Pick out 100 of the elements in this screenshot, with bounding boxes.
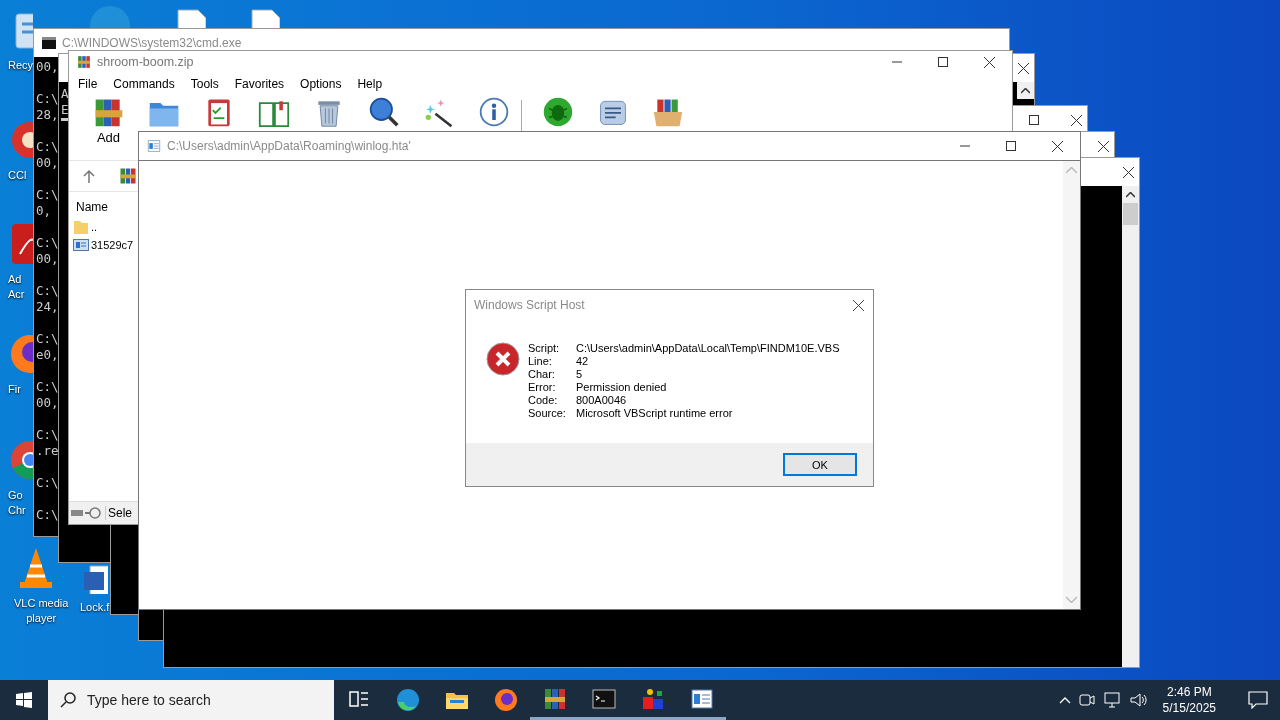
field-label: Line:	[528, 355, 553, 368]
folder-icon	[73, 219, 89, 235]
start-icon	[16, 692, 32, 708]
desktop-icon-label[interactable]: Acr	[8, 287, 25, 302]
status-text: Sele	[105, 506, 133, 520]
close-icon	[1097, 140, 1109, 152]
console-text: C:\	[36, 187, 59, 203]
window-title: C:\WINDOWS\system32\cmd.exe	[61, 36, 243, 50]
app-icon	[493, 688, 518, 712]
close-icon	[1122, 166, 1134, 178]
volume-icon[interactable]	[1128, 690, 1149, 710]
console-text: C:\	[36, 379, 59, 395]
console-text: C:\	[36, 331, 59, 347]
scrollbar-thumb[interactable]	[1123, 203, 1138, 225]
console-text: E	[61, 102, 69, 118]
console-text: C:\	[36, 427, 59, 443]
bug-icon	[541, 96, 574, 128]
up-arrow-icon[interactable]	[83, 169, 95, 183]
console-text: C:\	[36, 475, 59, 491]
search-icon	[60, 692, 76, 708]
close-icon	[983, 56, 995, 68]
desktop-icon-label[interactable]: VLC media	[14, 596, 69, 611]
field-value: Microsoft VBScript runtime error	[576, 407, 734, 420]
info-icon	[477, 96, 510, 128]
scroll-up-icon	[1126, 191, 1135, 198]
field-value: 42	[576, 355, 590, 368]
clock[interactable]: 2:46 PM 5/15/2025	[1162, 684, 1216, 716]
console-text: e0,	[36, 347, 59, 363]
app-icon	[395, 688, 420, 712]
maximize-icon	[938, 57, 948, 67]
console-text: 24,	[36, 299, 59, 315]
chevron-up-icon[interactable]	[1058, 696, 1071, 704]
desktop-icon-label[interactable]: player	[26, 611, 57, 626]
console-text: 28,	[36, 107, 59, 123]
menu-item[interactable]: Tools	[185, 77, 224, 91]
archive-icon	[119, 167, 137, 185]
menu-item[interactable]: Favorites	[229, 77, 290, 91]
chat-bubble-icon	[1248, 691, 1268, 709]
field-label: Error:	[528, 381, 557, 394]
archive-icon	[77, 55, 91, 69]
field-value: C:\Users\admin\AppData\Local\Temp\FINDM10E.VBS	[576, 342, 840, 355]
desktop-icon-label[interactable]: Chr	[8, 503, 26, 518]
app-icon	[689, 686, 714, 711]
ok-button[interactable]: OK	[783, 453, 857, 476]
desktop-icon-label[interactable]: Fir	[8, 382, 21, 397]
column-header[interactable]: Name	[73, 192, 108, 218]
console-text: C:\	[36, 283, 59, 299]
console-text: 00,	[36, 155, 59, 171]
app-icon	[591, 686, 616, 711]
console-text: C:\	[36, 139, 59, 155]
window-title: shroom-boom.zip	[96, 55, 195, 69]
console-text: 0,	[36, 203, 52, 219]
console-text: C:\	[36, 235, 59, 251]
scroll-up-button[interactable]	[1017, 82, 1034, 99]
desktop-icon-label[interactable]: CCl	[8, 168, 27, 183]
toolbar-button[interactable]: Add	[81, 96, 136, 145]
app-icon	[542, 686, 567, 711]
dialog-title: Windows Script Host	[474, 298, 586, 312]
menu-item[interactable]: Options	[295, 77, 347, 91]
close-icon	[1051, 140, 1063, 152]
app-icon	[640, 686, 665, 711]
field-value: Permission denied	[576, 381, 668, 394]
console-icon	[42, 36, 56, 50]
close-icon	[1017, 62, 1029, 74]
file-row[interactable]: ..	[73, 218, 98, 236]
console-text: 00,	[36, 395, 59, 411]
network-icon[interactable]	[1102, 690, 1123, 710]
console-text: .re	[36, 443, 59, 459]
maximize-icon	[1006, 141, 1016, 151]
field-label: Char:	[528, 368, 556, 381]
menu-item[interactable]: Help	[352, 77, 388, 91]
desktop-icon-label[interactable]: Lock.f	[80, 600, 110, 615]
console-text: C:\	[36, 507, 59, 523]
scroll-up-icon	[1021, 87, 1030, 94]
file-row[interactable]: 31529c7	[73, 236, 134, 254]
window-title: C:\Users\admin\AppData\Roaming\winlog.hta'	[166, 139, 412, 153]
close-icon	[852, 299, 864, 311]
file-icon	[73, 239, 89, 251]
field-value: 800A0046	[576, 394, 628, 407]
field-value: 5	[576, 368, 584, 381]
drive-key-icon	[71, 507, 101, 519]
close-icon	[1070, 114, 1082, 126]
field-label: Code:	[528, 394, 559, 407]
field-label: Script:	[528, 342, 561, 355]
desktop-icon-label[interactable]: Ad	[8, 272, 22, 287]
error-icon	[486, 342, 520, 376]
desktop-icon-label[interactable]: Recy	[8, 58, 34, 73]
magnifier-icon	[367, 96, 400, 128]
console-text: C:\	[36, 91, 59, 107]
desktop-icon-label[interactable]: Go	[8, 488, 23, 503]
field-label: Source:	[528, 407, 567, 420]
menu-item[interactable]: File	[73, 77, 103, 91]
menu-item[interactable]: Commands	[108, 77, 180, 91]
console-text: A	[61, 86, 69, 102]
maximize-icon	[1029, 115, 1039, 125]
application-icon	[147, 139, 161, 153]
scrollbar[interactable]	[1122, 186, 1139, 667]
console-text: 00,	[36, 59, 59, 75]
console-text: 00,	[36, 251, 59, 267]
search-field[interactable]: Type here to search	[48, 680, 334, 720]
